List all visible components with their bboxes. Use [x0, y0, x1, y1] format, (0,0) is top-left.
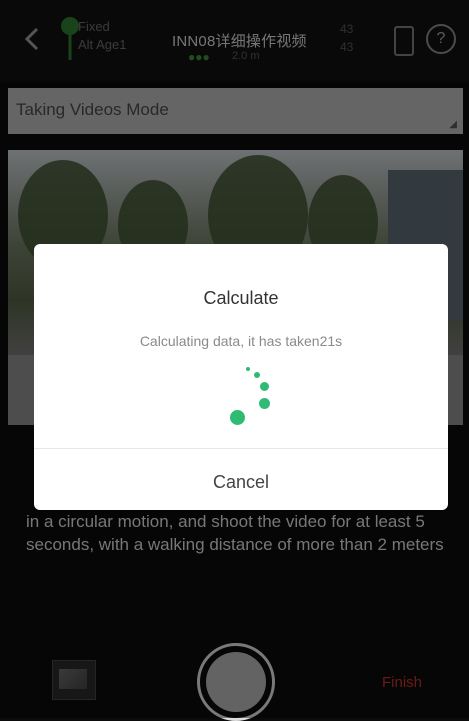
- spinner-dot: [254, 372, 260, 378]
- spinner-dot: [246, 367, 250, 371]
- loading-spinner-icon: [220, 362, 280, 432]
- calculate-dialog: Calculate Calculating data, it has taken…: [34, 244, 448, 510]
- spinner-dot: [230, 410, 245, 425]
- spinner-dot: [259, 398, 270, 409]
- dialog-title: Calculate: [203, 288, 279, 308]
- cancel-button[interactable]: Cancel: [34, 449, 448, 510]
- spinner-dot: [260, 382, 269, 391]
- dialog-message: Calculating data, it has taken21s: [139, 333, 343, 349]
